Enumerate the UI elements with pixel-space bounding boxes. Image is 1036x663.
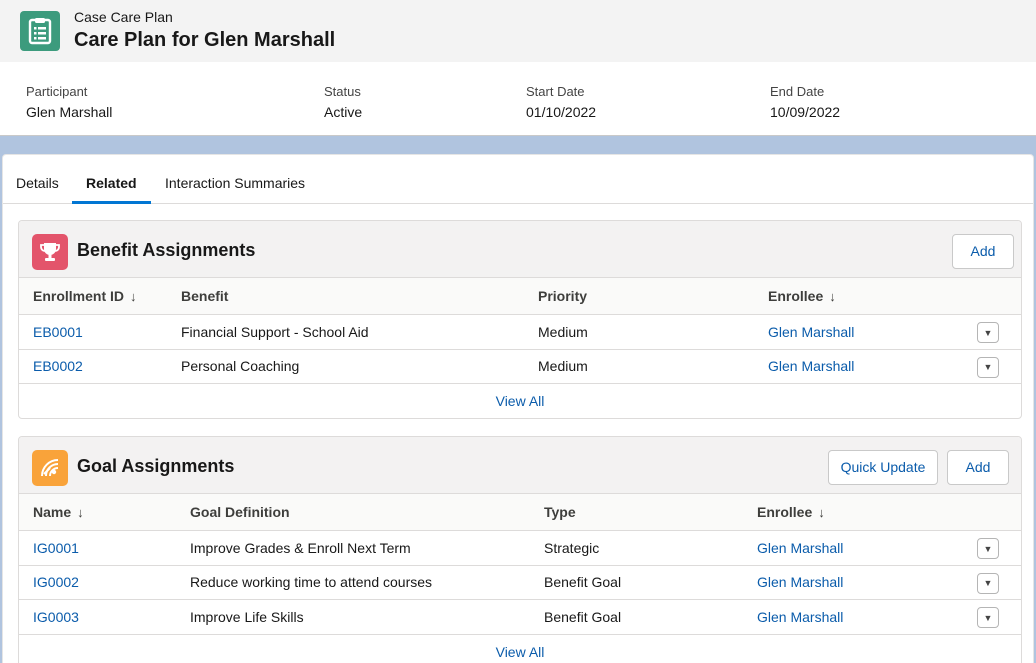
benefit-assignments-header: Benefit Assignments Add (19, 221, 1021, 278)
benefit-add-button[interactable]: Add (952, 234, 1014, 269)
table-row: IG0003 Improve Life Skills Benefit Goal … (19, 600, 1021, 635)
tab-interaction-summaries[interactable]: Interaction Summaries (165, 155, 305, 204)
goal-name-link[interactable]: IG0003 (33, 600, 79, 634)
enrollee-link[interactable]: Glen Marshall (768, 315, 854, 349)
goal-assignments-header: Goal Assignments Quick Update Add (19, 437, 1021, 494)
object-type-label: Case Care Plan (74, 9, 173, 25)
tab-related[interactable]: Related (72, 155, 151, 204)
column-header-priority[interactable]: Priority (538, 278, 587, 314)
column-header-label: Enrollment ID (33, 288, 125, 304)
column-header-label: Name (33, 504, 72, 520)
tab-bar: Details Related Interaction Summaries (3, 155, 1033, 204)
chevron-down-icon: ▼ (983, 578, 993, 588)
sort-arrow-icon: ↓ (130, 288, 137, 304)
record-title: Care Plan for Glen Marshall (74, 29, 336, 51)
goal-definition-cell: Reduce working time to attend courses (190, 574, 433, 591)
table-header-row: Enrollment ID ↓ Benefit Priority Enrolle… (19, 278, 1021, 315)
goal-name-link[interactable]: IG0001 (33, 531, 79, 565)
row-actions-button[interactable]: ▼ (977, 322, 999, 343)
table-header-row: Name ↓ Goal Definition Type Enrollee ↓ (19, 494, 1021, 531)
tab-details[interactable]: Details (16, 155, 59, 204)
participant-label: Participant (26, 84, 88, 99)
sort-arrow-icon: ↓ (77, 504, 84, 520)
status-field: Status Active (324, 84, 362, 122)
goal-definition-cell: Improve Grades & Enroll Next Term (190, 539, 411, 556)
type-cell: Strategic (544, 539, 600, 556)
row-actions-button[interactable]: ▼ (977, 607, 999, 628)
table-row: IG0001 Improve Grades & Enroll Next Term… (19, 531, 1021, 566)
column-header-enrollment-id[interactable]: Enrollment ID ↓ (33, 278, 137, 314)
goal-assignments-card: Goal Assignments Quick Update Add Name ↓… (18, 436, 1022, 663)
participant-field: Participant Glen Marshall (26, 84, 112, 122)
record-header: Case Care Plan Care Plan for Glen Marsha… (0, 0, 1036, 136)
column-header-label: Enrollee (768, 288, 824, 304)
benefit-assignments-title[interactable]: Benefit Assignments (77, 240, 255, 261)
end-date-value: 10/09/2022 (770, 104, 841, 120)
chevron-down-icon: ▼ (983, 612, 993, 623)
type-cell: Benefit Goal (544, 608, 622, 625)
enrollee-link[interactable]: Glen Marshall (757, 531, 843, 565)
priority-cell: Medium (538, 358, 588, 375)
clipboard-list-icon (20, 11, 60, 51)
start-date-value: 01/10/2022 (526, 104, 597, 120)
row-actions-button[interactable]: ▼ (977, 356, 999, 378)
row-actions-button[interactable]: ▼ (977, 572, 999, 594)
goal-assignments-title[interactable]: Goal Assignments (77, 456, 234, 477)
benefit-cell: Personal Coaching (181, 358, 300, 375)
chevron-down-icon: ▼ (983, 362, 993, 372)
start-date-field: Start Date 01/10/2022 (526, 84, 596, 122)
type-cell: Benefit Goal (544, 574, 622, 591)
enrollee-link[interactable]: Glen Marshall (757, 600, 843, 634)
quick-update-button[interactable]: Quick Update (828, 450, 938, 485)
column-header-type[interactable]: Type (544, 494, 576, 530)
trophy-icon (32, 234, 68, 270)
priority-cell: Medium (538, 323, 588, 340)
goal-view-all-link[interactable]: View All (19, 635, 1021, 663)
sort-arrow-icon: ↓ (818, 504, 825, 520)
benefit-cell: Financial Support - School Aid (181, 323, 369, 340)
column-header-enrollee[interactable]: Enrollee ↓ (768, 278, 836, 314)
column-header-goal-definition[interactable]: Goal Definition (190, 494, 290, 530)
column-header-name[interactable]: Name ↓ (33, 494, 84, 530)
participant-value: Glen Marshall (26, 104, 113, 120)
title-bar: Case Care Plan Care Plan for Glen Marsha… (0, 0, 1036, 62)
chevron-down-icon: ▼ (983, 543, 993, 554)
benefit-view-all-link[interactable]: View All (19, 384, 1021, 418)
start-date-label: Start Date (526, 84, 585, 99)
table-row: IG0002 Reduce working time to attend cou… (19, 566, 1021, 600)
enrollee-link[interactable]: Glen Marshall (757, 566, 843, 600)
enrollee-link[interactable]: Glen Marshall (768, 350, 854, 384)
highlights-panel: Participant Glen Marshall Status Active … (0, 62, 1036, 136)
end-date-field: End Date 10/09/2022 (770, 84, 840, 122)
status-label: Status (324, 84, 361, 99)
goal-add-button[interactable]: Add (947, 450, 1009, 485)
goal-name-link[interactable]: IG0002 (33, 566, 79, 600)
tabset-card: Details Related Interaction Summaries Be… (2, 154, 1034, 663)
end-date-label: End Date (770, 84, 825, 99)
column-header-enrollee[interactable]: Enrollee ↓ (757, 494, 825, 530)
benefit-assignments-card: Benefit Assignments Add Enrollment ID ↓ … (18, 220, 1022, 419)
row-actions-button[interactable]: ▼ (977, 538, 999, 559)
enrollment-id-link[interactable]: EB0002 (33, 350, 83, 384)
table-row: EB0001 Financial Support - School Aid Me… (19, 315, 1021, 350)
enrollment-id-link[interactable]: EB0001 (33, 315, 83, 349)
status-value: Active (324, 104, 363, 120)
column-header-label: Enrollee (757, 504, 813, 520)
target-signal-icon (32, 450, 68, 486)
goal-definition-cell: Improve Life Skills (190, 608, 304, 625)
benefit-assignments-table: Enrollment ID ↓ Benefit Priority Enrolle… (19, 278, 1021, 418)
sort-arrow-icon: ↓ (829, 288, 836, 304)
goal-assignments-table: Name ↓ Goal Definition Type Enrollee ↓ I… (19, 494, 1021, 663)
table-row: EB0002 Personal Coaching Medium Glen Mar… (19, 350, 1021, 384)
column-header-benefit[interactable]: Benefit (181, 278, 228, 314)
chevron-down-icon: ▼ (983, 327, 993, 338)
